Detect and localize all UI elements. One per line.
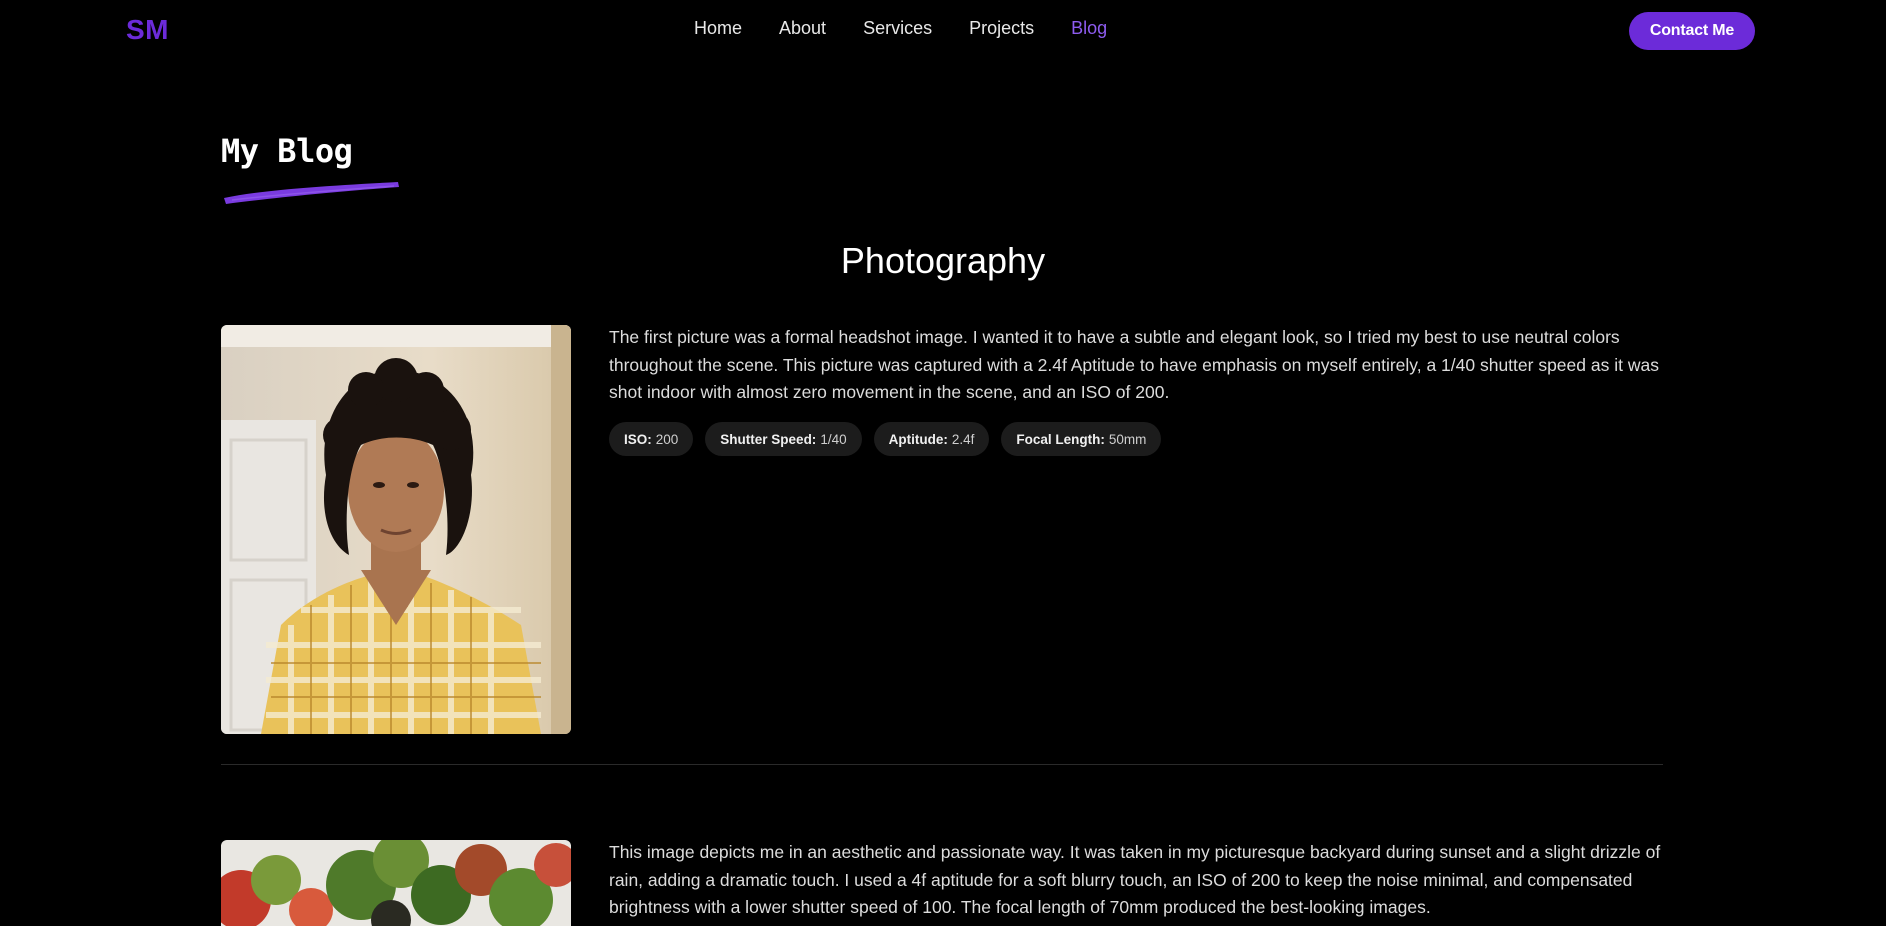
nav-link-about[interactable]: About bbox=[779, 18, 826, 39]
tag-aptitude: Aptitude: 2.4f bbox=[873, 422, 990, 456]
navbar: SM Home About Services Projects Blog Con… bbox=[0, 0, 1886, 62]
backyard-illustration bbox=[221, 840, 571, 926]
logo[interactable]: SM bbox=[126, 14, 169, 46]
photo-settings-tags: ISO: 200 Shutter Speed: 1/40 Aptitude: 2… bbox=[609, 422, 1162, 456]
post-text: This image depicts me in an aesthetic an… bbox=[609, 842, 1661, 917]
tag-label: ISO: bbox=[624, 431, 652, 447]
brush-underline bbox=[224, 182, 399, 204]
section-title: Photography bbox=[840, 240, 1046, 281]
tag-value: 200 bbox=[655, 431, 679, 447]
tag-value: 50mm bbox=[1108, 431, 1147, 447]
tag-shutter-speed: Shutter Speed: 1/40 bbox=[705, 422, 862, 456]
tag-iso: ISO: 200 bbox=[609, 422, 694, 456]
tag-focal-length: Focal Length: 50mm bbox=[1001, 422, 1162, 456]
tag-value: 2.4f bbox=[951, 431, 975, 447]
page-title: My Blog bbox=[221, 132, 353, 170]
post-photo-headshot bbox=[221, 325, 571, 734]
nav-link-projects[interactable]: Projects bbox=[969, 18, 1034, 39]
contact-me-button[interactable]: Contact Me bbox=[1629, 12, 1755, 50]
post-photo-backyard bbox=[221, 840, 571, 926]
post-divider bbox=[221, 764, 1663, 765]
tag-value: 1/40 bbox=[820, 431, 847, 447]
tag-label: Shutter Speed: bbox=[720, 431, 817, 447]
headshot-illustration bbox=[221, 325, 571, 734]
nav-link-home[interactable]: Home bbox=[694, 18, 742, 39]
nav-link-blog[interactable]: Blog bbox=[1071, 18, 1107, 39]
nav-link-services[interactable]: Services bbox=[863, 18, 932, 39]
tag-label: Focal Length: bbox=[1016, 431, 1105, 447]
nav-links: Home About Services Projects Blog bbox=[694, 18, 1144, 39]
tag-label: Aptitude: bbox=[888, 431, 948, 447]
post-text: The first picture was a formal headshot … bbox=[609, 327, 1659, 402]
